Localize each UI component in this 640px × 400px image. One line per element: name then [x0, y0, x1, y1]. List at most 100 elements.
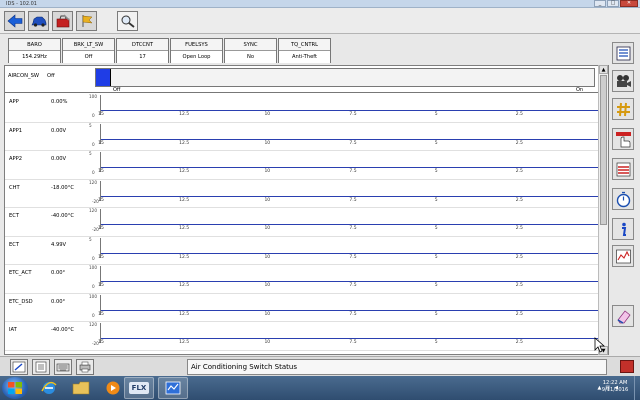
scroll-up-arrow[interactable]: ▲ [599, 65, 608, 74]
list-icon [616, 46, 630, 60]
x-tick-label: 12.5 [179, 311, 190, 317]
pid-trace-line [101, 224, 604, 225]
pid-graph-row[interactable]: CHT-18.00°C120-201512.5107.552.50 [5, 179, 608, 208]
x-tick-label: 10 [264, 226, 271, 231]
main-toolbar [0, 8, 640, 34]
hash-grid-icon [616, 102, 630, 116]
pid-trace-line [101, 110, 604, 111]
pid-graph-row[interactable]: ECT4.99V501512.5107.552.50 [5, 237, 608, 265]
pid-row-value: 0.00° [51, 270, 66, 276]
aircon-value: Off [47, 73, 55, 79]
pid-value: 154.29Hz [9, 51, 60, 63]
system-clock[interactable]: 12:22 AM 9/11/2016 [598, 380, 632, 394]
timer-button[interactable] [612, 188, 634, 210]
x-tick-label: 5 [434, 254, 438, 260]
info-button[interactable] [612, 218, 634, 240]
x-tick-label: 5 [434, 112, 438, 117]
toolbox-button[interactable] [52, 11, 73, 31]
pid-graph-row[interactable]: IAT-40.00°C120-201512.5107.552.50 [5, 322, 608, 351]
pid-graph-rows: APP0.00%10001512.5107.552.50APP10.00V501… [5, 94, 608, 351]
pid-trace-line [101, 138, 604, 140]
taskbar-flx[interactable]: FLX [124, 377, 154, 399]
x-tick-label: 12.5 [179, 340, 190, 345]
aircon-off-label: Off [113, 87, 121, 93]
pid-graph-row[interactable]: ECT-40.00°C120-201512.5107.552.50 [5, 208, 608, 237]
zoom-icon [12, 361, 26, 373]
record-button[interactable] [612, 70, 634, 92]
pid-graph-row[interactable]: ETC_DSD0.00°10001512.5107.552.50 [5, 293, 608, 322]
pid-row-name: APP2 [9, 156, 23, 162]
pid-box[interactable]: DTCCNT 17 [116, 38, 169, 63]
pid-graph-row[interactable]: APP10.00V501512.5107.552.50 [5, 123, 608, 151]
start-button[interactable] [2, 377, 28, 399]
y-axis-max-label: 120 [89, 179, 97, 185]
x-tick-label: 15 [98, 340, 104, 345]
pid-box[interactable]: BRK_LT_SW Off [62, 38, 115, 63]
pid-box[interactable]: TQ_CNTRL Anti-Theft [278, 38, 331, 63]
x-tick-label: 5 [434, 311, 438, 317]
pid-list-button[interactable] [612, 42, 634, 64]
taskbar-ie[interactable] [34, 377, 64, 399]
save-log-button[interactable] [32, 359, 50, 375]
x-tick-label: 7.5 [349, 112, 357, 117]
scroll-thumb[interactable] [600, 75, 607, 225]
x-tick-label: 2.5 [515, 226, 523, 231]
pid-trace-line [101, 281, 604, 282]
taskbar-explorer[interactable] [66, 377, 96, 399]
taskbar-ids[interactable] [158, 377, 188, 399]
x-tick-label: 7.5 [349, 197, 357, 203]
internet-explorer-icon [41, 381, 57, 394]
show-desktop-button[interactable] [634, 376, 640, 400]
pid-name: BARO [9, 39, 60, 51]
pid-trace-line [101, 252, 604, 254]
y-axis-min-label: 0 [92, 312, 95, 318]
pid-value: 17 [117, 51, 168, 63]
x-tick-label: 12.5 [179, 197, 190, 203]
pid-graph-row[interactable]: APP0.00%10001512.5107.552.50 [5, 94, 608, 123]
pid-graph-row[interactable]: ETC_ACT0.00°10001512.5107.552.50 [5, 265, 608, 294]
back-button[interactable] [4, 11, 25, 31]
vehicle-button[interactable] [28, 11, 49, 31]
flag-tool-button[interactable] [76, 11, 97, 31]
graph-view-button[interactable] [612, 245, 634, 267]
pid-row-value: -40.00°C [51, 327, 74, 333]
clock-time: 12:22 AM [602, 380, 628, 386]
chart-layout-button[interactable] [612, 158, 634, 180]
grid-button[interactable] [612, 98, 634, 120]
x-tick-label: 2.5 [515, 140, 523, 146]
x-tick-label: 2.5 [515, 340, 523, 345]
pid-graph-row[interactable]: APP20.00V501512.5107.552.50 [5, 151, 608, 180]
print-button[interactable] [76, 359, 94, 375]
keyboard-button[interactable] [54, 359, 72, 375]
x-tick-label: 2.5 [515, 283, 523, 288]
pid-row-value: -40.00°C [51, 213, 74, 219]
pid-row-name: APP1 [9, 127, 23, 134]
maximize-button[interactable]: □ [607, 0, 619, 7]
close-button[interactable]: ✕ [620, 0, 638, 7]
datalogger-tab-button[interactable] [117, 11, 138, 31]
pid-row-name: CHT [9, 184, 20, 191]
status-message: Air Conditioning Switch Status [187, 359, 607, 375]
y-axis-max-label: 100 [89, 265, 97, 270]
minimize-button[interactable]: _ [594, 0, 606, 7]
graph-scrollbar[interactable]: ▲ ▼ [598, 65, 608, 355]
pid-row-value: -18.00°C [51, 184, 74, 191]
x-axis-ticks: 1512.5107.552.50 [98, 226, 605, 232]
camera-icon [616, 74, 631, 87]
pid-box[interactable]: FUELSYS Open Loop [170, 38, 223, 63]
erase-button[interactable] [612, 305, 634, 327]
x-tick-label: 5 [434, 169, 438, 174]
pid-row-name: ETC_ACT [9, 270, 32, 276]
y-axis-max-label: 100 [89, 293, 97, 299]
alert-flag-icon[interactable] [620, 360, 634, 373]
pid-value: Anti-Theft [279, 51, 330, 63]
pid-box[interactable]: SYNC No [224, 38, 277, 63]
aircon-switch-row[interactable]: AIRCON_SW Off Off On [5, 66, 608, 93]
pid-value: Open Loop [171, 51, 222, 63]
trigger-button[interactable] [612, 128, 634, 150]
zoom-button[interactable] [10, 359, 28, 375]
x-tick-label: 7.5 [349, 254, 357, 260]
pid-name: FUELSYS [171, 39, 222, 51]
x-tick-label: 5 [434, 340, 438, 345]
pid-box[interactable]: BARO 154.29Hz [8, 38, 61, 63]
